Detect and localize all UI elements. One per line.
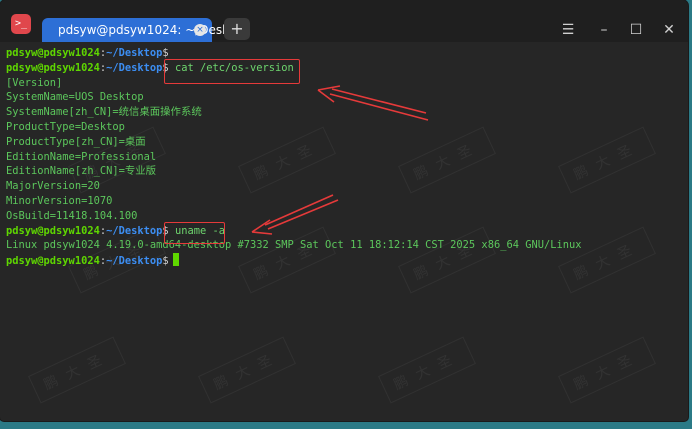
annotation-arrows (251, 85, 429, 235)
annotation-arrow-icon (251, 194, 339, 235)
terminal-window: >_ pdsyw@pdsyw1024: ~/Desktop × + ☰ – ☐ … (0, 0, 688, 421)
annotation-arrow-icon (317, 85, 429, 121)
